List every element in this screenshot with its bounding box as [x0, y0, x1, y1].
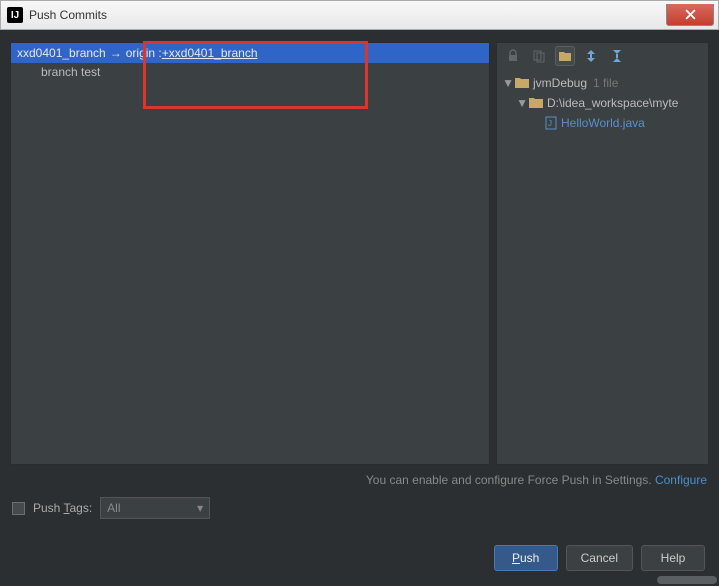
caret-down-icon[interactable]: ▼: [517, 96, 527, 110]
help-button[interactable]: Help: [641, 545, 705, 571]
combo-value: All: [107, 501, 120, 515]
tree-root-count: 1 file: [593, 76, 618, 90]
tree-file-label: HelloWorld.java: [561, 116, 645, 130]
caret-down-icon[interactable]: ▼: [503, 76, 513, 90]
local-branch-label: xxd0401_branch: [17, 46, 106, 60]
configure-link[interactable]: Configure: [655, 473, 707, 487]
title-bar: IJ Push Commits: [0, 0, 719, 30]
commit-row[interactable]: branch test: [11, 63, 489, 79]
tree-root[interactable]: ▼ jvmDebug 1 file: [503, 73, 702, 93]
tree-path-label: D:\idea_workspace\myte: [547, 96, 678, 110]
collapse-all-icon[interactable]: [607, 46, 627, 66]
tree-root-label: jvmDebug: [533, 76, 587, 90]
hint-text: You can enable and configure Force Push …: [366, 473, 655, 487]
expand-all-icon[interactable]: [581, 46, 601, 66]
folder-icon: [515, 77, 529, 89]
svg-text:J: J: [548, 119, 552, 128]
window-title: Push Commits: [29, 8, 666, 22]
commits-panel: xxd0401_branch → origin : +xxd0401_branc…: [10, 42, 490, 465]
files-toolbar: [497, 43, 708, 69]
group-by-directory-icon[interactable]: [555, 46, 575, 66]
push-tags-combo[interactable]: All ▾: [100, 497, 210, 519]
tree-file[interactable]: J HelloWorld.java: [503, 113, 702, 133]
close-button[interactable]: [666, 4, 714, 26]
copy-icon: [529, 46, 549, 66]
file-icon: J: [545, 116, 557, 130]
folder-icon: [529, 97, 543, 109]
arrow-icon: →: [110, 46, 122, 60]
close-icon: [685, 9, 696, 20]
files-panel: ▼ jvmDebug 1 file ▼ D:\idea_workspace\my…: [496, 42, 709, 465]
remote-branch-label[interactable]: +xxd0401_branch: [162, 46, 258, 60]
push-tags-checkbox[interactable]: [12, 502, 25, 515]
push-tags-row: Push Tags: All ▾: [0, 493, 719, 523]
horizontal-scrollbar[interactable]: [657, 576, 717, 584]
push-tags-label: Push Tags:: [33, 501, 92, 515]
app-icon: IJ: [7, 7, 23, 23]
lock-icon: [503, 46, 523, 66]
force-push-hint: You can enable and configure Force Push …: [0, 469, 719, 493]
chevron-down-icon: ▾: [197, 501, 203, 515]
push-button[interactable]: Push: [494, 545, 558, 571]
tree-path[interactable]: ▼ D:\idea_workspace\myte: [503, 93, 702, 113]
branch-row[interactable]: xxd0401_branch → origin : +xxd0401_branc…: [11, 43, 489, 63]
file-tree: ▼ jvmDebug 1 file ▼ D:\idea_workspace\my…: [497, 69, 708, 464]
cancel-button[interactable]: Cancel: [566, 545, 633, 571]
dialog-buttons: Push Cancel Help: [0, 523, 719, 583]
remote-prefix: origin :: [126, 46, 162, 60]
